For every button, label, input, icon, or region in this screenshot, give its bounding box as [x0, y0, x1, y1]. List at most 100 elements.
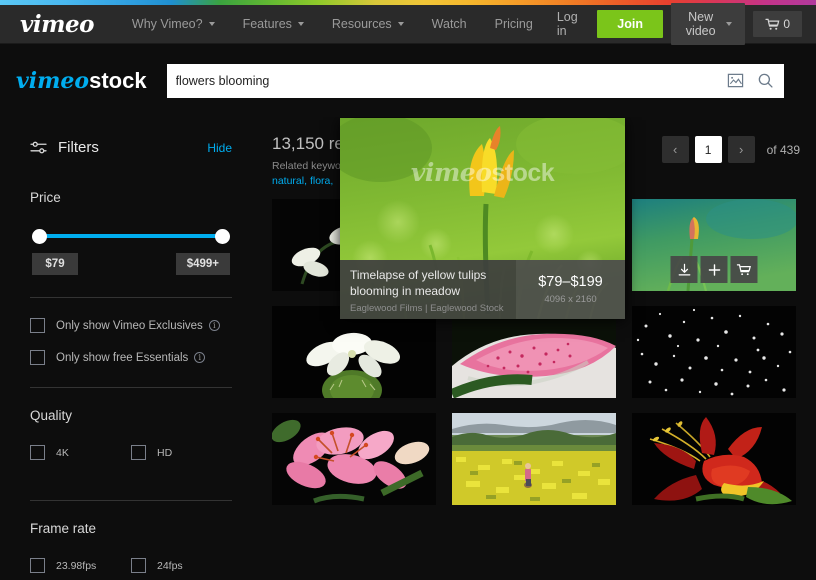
add-to-collection-button[interactable] — [701, 256, 728, 283]
thumbnail-red-daylily — [632, 413, 796, 505]
image-search-button[interactable] — [722, 68, 748, 94]
cart-icon — [765, 18, 780, 31]
result-card-4[interactable] — [272, 306, 436, 398]
filter-label: HD — [157, 447, 172, 459]
nav-links: Why Vimeo? Features Resources Watch Pric… — [118, 17, 547, 31]
preview-price: $79–$199 — [538, 274, 603, 290]
chevron-down-icon — [298, 22, 304, 26]
logo-vimeo-text: vimeo — [16, 68, 89, 94]
search-bar[interactable] — [167, 64, 784, 98]
slider-handle-min[interactable] — [32, 229, 47, 244]
filter-fps-24[interactable]: 24fps — [131, 558, 232, 573]
pagination-next-button[interactable]: › — [728, 136, 755, 163]
pagination-prev-button[interactable]: ‹ — [662, 136, 689, 163]
filter-quality-4k[interactable]: 4K — [30, 445, 131, 460]
preview-credit[interactable]: Eaglewood Films | Eaglewood Stock — [350, 303, 506, 314]
cart-button[interactable]: 0 — [753, 11, 802, 37]
filter-label: 23.98fps — [56, 560, 96, 572]
info-icon[interactable]: i — [209, 320, 220, 331]
nav-item-pricing[interactable]: Pricing — [481, 17, 547, 31]
info-icon[interactable]: i — [194, 352, 205, 363]
divider — [30, 387, 232, 388]
filter-label: 24fps — [157, 560, 183, 572]
checkbox[interactable] — [30, 445, 45, 460]
search-icon — [757, 72, 774, 89]
result-card-9[interactable] — [632, 413, 796, 505]
filters-sidebar: Filters Hide Price $79 $499+ Only show V… — [0, 117, 262, 580]
page-body: Filters Hide Price $79 $499+ Only show V… — [0, 117, 816, 580]
preview-info-right: $79–$199 4096 x 2160 — [516, 260, 625, 319]
checkbox[interactable] — [131, 445, 146, 460]
framerate-filter-title: Frame rate — [30, 521, 232, 536]
chevron-down-icon — [398, 22, 404, 26]
filter-vimeo-exclusives[interactable]: Only show Vimeo Exclusives i — [30, 318, 232, 333]
image-search-icon — [727, 72, 744, 89]
vimeo-stock-logo[interactable]: vimeostock — [16, 70, 147, 92]
cart-count: 0 — [783, 17, 790, 31]
thumbnail-rapeseed-field — [452, 413, 616, 505]
cart-icon — [737, 263, 752, 277]
search-input[interactable] — [176, 74, 722, 88]
main-navbar: vimeo Why Vimeo? Features Resources Watc… — [0, 5, 816, 44]
checkbox[interactable] — [30, 318, 45, 333]
result-card-5[interactable] — [452, 306, 616, 398]
slider-handle-max[interactable] — [215, 229, 230, 244]
filter-label: Only show free Essentials — [56, 352, 188, 364]
logo-stock-text: stock — [89, 68, 146, 93]
slider-track-fill — [40, 234, 222, 238]
video-preview-overlay[interactable]: vimeostock Timelapse of yellow tulips bl… — [340, 118, 625, 319]
framerate-options: 23.98fps 24fps 25fps 29.97fps — [30, 558, 232, 580]
nav-item-resources[interactable]: Resources — [318, 17, 418, 31]
card-action-buttons — [671, 256, 758, 283]
checkbox[interactable] — [131, 558, 146, 573]
result-card-6[interactable] — [632, 306, 796, 398]
hide-filters-link[interactable]: Hide — [207, 141, 232, 155]
sliders-icon — [30, 141, 47, 155]
preview-title: Timelapse of yellow tulips blooming in m… — [350, 267, 506, 299]
preview-info-left: Timelapse of yellow tulips blooming in m… — [340, 260, 516, 319]
pagination-current-page[interactable]: 1 — [695, 136, 722, 163]
divider — [30, 297, 232, 298]
thumbnail-pink-stargazer — [452, 306, 616, 398]
download-button[interactable] — [671, 256, 698, 283]
filter-label: Only show Vimeo Exclusives — [56, 320, 203, 332]
result-card-7[interactable] — [272, 413, 436, 505]
result-card-3[interactable] — [632, 199, 796, 291]
login-link[interactable]: Log in — [547, 10, 589, 38]
quality-options: 4K HD — [30, 445, 232, 478]
filters-header: Filters Hide — [30, 139, 232, 156]
checkbox[interactable] — [30, 558, 45, 573]
nav-item-label: Pricing — [495, 17, 533, 31]
download-icon — [677, 263, 691, 277]
result-card-8[interactable] — [452, 413, 616, 505]
nav-item-watch[interactable]: Watch — [418, 17, 481, 31]
pagination-total: of 439 — [767, 143, 800, 157]
join-button[interactable]: Join — [597, 10, 663, 38]
price-filter-title: Price — [30, 190, 232, 205]
price-min-value: $79 — [32, 253, 78, 275]
slider-value-labels: $79 $499+ — [32, 253, 230, 275]
nav-item-features[interactable]: Features — [229, 17, 318, 31]
filter-fps-2398[interactable]: 23.98fps — [30, 558, 131, 573]
search-submit-button[interactable] — [752, 68, 778, 94]
new-video-button[interactable]: New video — [671, 3, 745, 45]
slider-track-wrap — [32, 227, 230, 245]
divider — [30, 500, 232, 501]
quality-filter-title: Quality — [30, 408, 232, 423]
checkbox[interactable] — [30, 350, 45, 365]
thumbnail-pink-lilies — [272, 413, 436, 505]
vimeo-logo[interactable]: vimeo — [20, 13, 94, 36]
nav-item-why-vimeo[interactable]: Why Vimeo? — [118, 17, 229, 31]
results-panel: 13,150 results for flowers blooming Rela… — [262, 117, 816, 580]
filter-free-essentials[interactable]: Only show free Essentials i — [30, 350, 232, 365]
nav-right-group: Log in Join New video 0 — [547, 3, 802, 45]
filter-quality-hd[interactable]: HD — [131, 445, 232, 460]
filters-title: Filters — [58, 139, 99, 156]
add-to-cart-button[interactable] — [731, 256, 758, 283]
search-header: vimeostock — [0, 44, 816, 117]
thumbnail-white-particles — [632, 306, 796, 398]
chevron-down-icon — [726, 22, 732, 26]
related-keywords-links[interactable]: natural, flora, — [272, 175, 333, 187]
nav-item-label: Why Vimeo? — [132, 17, 203, 31]
price-range-slider[interactable]: $79 $499+ — [30, 227, 232, 275]
